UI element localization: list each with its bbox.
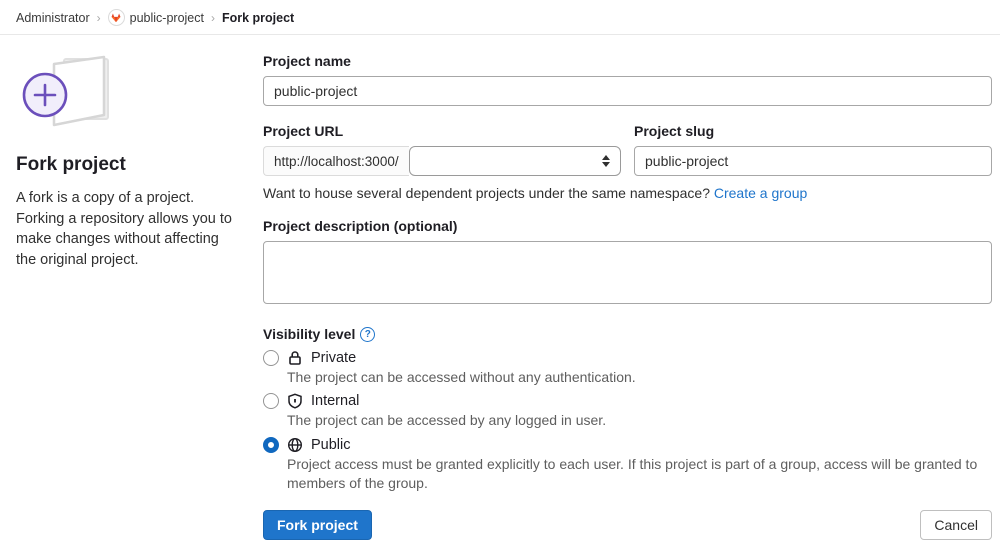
private-option-label[interactable]: Private — [311, 350, 356, 366]
tanuki-icon — [111, 13, 121, 23]
page-description-line2: Forking a repository allows you to make … — [16, 211, 232, 268]
public-option-label[interactable]: Public — [311, 437, 351, 453]
breadcrumb-project[interactable]: public-project — [108, 9, 204, 26]
fork-info-panel: Fork project A fork is a copy of a proje… — [16, 53, 263, 540]
earth-icon — [287, 437, 303, 453]
fork-project-form: Project name Project URL http://localhos… — [263, 53, 992, 540]
visibility-option-public: Public Project access must be granted ex… — [263, 437, 992, 494]
internal-radio[interactable] — [263, 393, 279, 409]
visibility-option-private: Private The project can be accessed with… — [263, 350, 992, 387]
project-url-label: Project URL — [263, 123, 621, 139]
create-group-link[interactable]: Create a group — [714, 185, 807, 201]
project-name-label: Project name — [263, 53, 992, 69]
breadcrumb-current-page: Fork project — [222, 11, 294, 25]
namespace-hint-text: Want to house several dependent projects… — [263, 185, 710, 201]
breadcrumb-separator: › — [97, 11, 101, 25]
breadcrumb-project-label: public-project — [130, 11, 204, 25]
help-question-icon[interactable]: ? — [360, 327, 375, 342]
public-option-description: Project access must be granted explicitl… — [287, 455, 992, 494]
project-name-input[interactable] — [263, 76, 992, 106]
internal-option-description: The project can be accessed by any logge… — [287, 411, 992, 430]
visibility-level-label: Visibility level — [263, 326, 355, 342]
project-description-label: Project description (optional) — [263, 218, 992, 234]
namespace-hint: Want to house several dependent projects… — [263, 185, 992, 201]
lock-icon — [287, 350, 303, 366]
project-slug-input[interactable] — [634, 146, 992, 176]
breadcrumb-separator: › — [211, 11, 215, 25]
project-slug-group: Project slug — [634, 123, 992, 176]
select-arrows-icon — [602, 155, 610, 167]
project-url-prefix: http://localhost:3000/ — [263, 146, 409, 176]
page-description-line1: A fork is a copy of a project. — [16, 190, 194, 206]
cancel-button[interactable]: Cancel — [920, 510, 992, 540]
fork-project-page: Fork project A fork is a copy of a proje… — [0, 35, 1000, 556]
namespace-select[interactable] — [409, 146, 621, 176]
project-slug-label: Project slug — [634, 123, 992, 139]
shield-icon — [287, 393, 303, 409]
private-radio[interactable] — [263, 350, 279, 366]
project-avatar — [108, 9, 125, 26]
project-url-group: Project URL http://localhost:3000/ — [263, 123, 621, 176]
fork-project-button[interactable]: Fork project — [263, 510, 372, 540]
private-option-description: The project can be accessed without any … — [287, 368, 992, 387]
page-description: A fork is a copy of a project. Forking a… — [16, 188, 243, 270]
public-radio[interactable] — [263, 437, 279, 453]
fork-illustration — [16, 53, 120, 133]
breadcrumb: Administrator › public-project › Fork pr… — [0, 0, 1000, 35]
visibility-option-internal: Internal The project can be accessed by … — [263, 393, 992, 430]
internal-option-label[interactable]: Internal — [311, 393, 359, 409]
page-title: Fork project — [16, 154, 243, 176]
breadcrumb-administrator[interactable]: Administrator — [16, 11, 90, 25]
project-description-textarea[interactable] — [263, 241, 992, 304]
